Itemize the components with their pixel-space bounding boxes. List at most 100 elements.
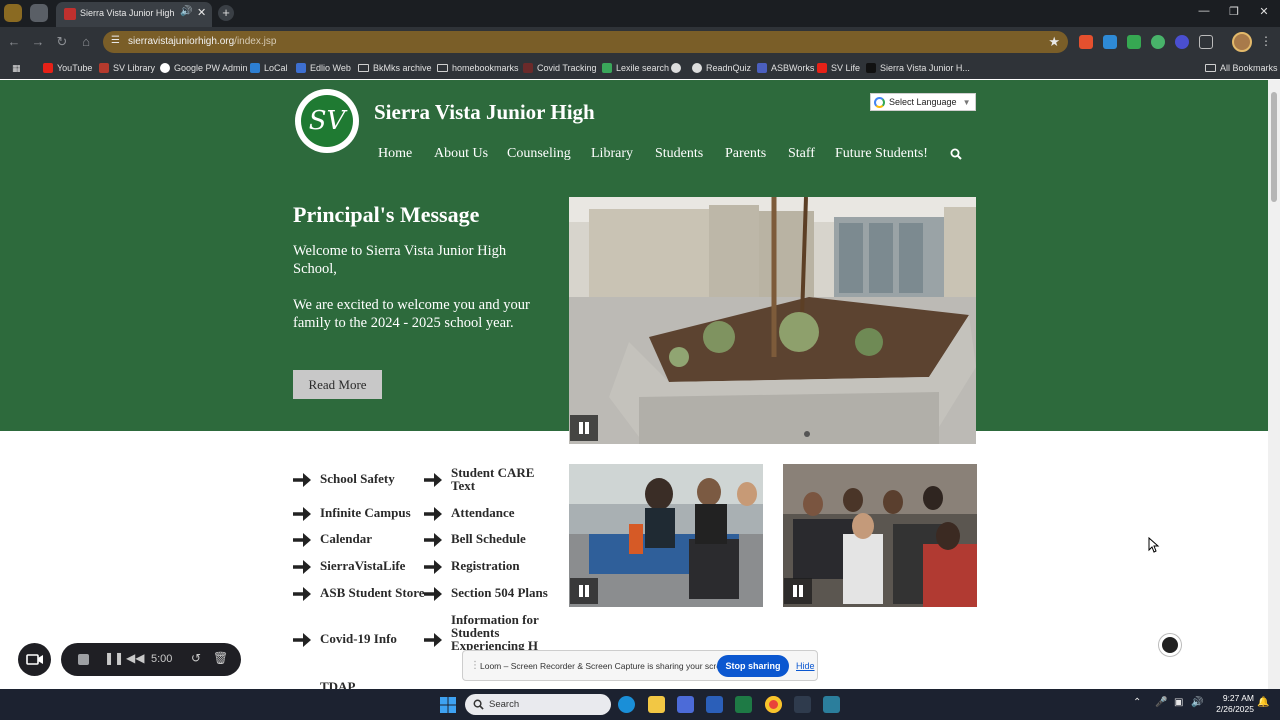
rewind-icon[interactable]: ◀◀ [126, 651, 144, 665]
bookmark-asbworks[interactable]: ASBWorks [757, 61, 814, 75]
notifications-bell-icon[interactable]: 🔔 [1257, 697, 1269, 708]
extension-icon[interactable] [1079, 35, 1093, 49]
back-button[interactable]: ← [5, 33, 23, 51]
photo-pause-button[interactable] [784, 578, 812, 604]
nav-about-us[interactable]: About Us [434, 146, 488, 162]
restart-icon[interactable]: ↺ [191, 651, 201, 665]
bookmark-folder-bkmks-archive[interactable]: BkMks archive [358, 61, 432, 75]
nav-staff[interactable]: Staff [788, 146, 815, 162]
volume-icon[interactable]: 🔊 [1191, 697, 1203, 708]
tab-active[interactable]: Sierra Vista Junior High 🔊 ✕ [56, 2, 212, 27]
bookmark-local[interactable]: LoCal [250, 61, 288, 75]
extension-icon[interactable] [1175, 35, 1189, 49]
tab-group-icon[interactable] [30, 4, 48, 22]
nav-future-students[interactable]: Future Students! [835, 146, 928, 162]
bookmark-lexile-search[interactable]: Lexile search [602, 61, 669, 75]
school-logo[interactable]: SV [295, 89, 359, 153]
bookmark-folder-homebookmarks[interactable]: homebookmarks [437, 61, 519, 75]
bookmark-star-icon[interactable]: ★ [1048, 34, 1060, 50]
extensions-puzzle-icon[interactable] [1199, 35, 1213, 49]
apps-grid-icon[interactable]: ▦ [12, 61, 21, 75]
arrow-right-icon [293, 633, 311, 647]
address-bar[interactable]: ☰ sierravistajuniorhigh.org/index.jsp ★ [103, 31, 1068, 53]
restore-button[interactable]: ❐ [1224, 5, 1244, 21]
extension-icon[interactable] [1151, 35, 1165, 49]
speaker-icon[interactable]: 🔊 [180, 6, 192, 20]
bookmark-youtube[interactable]: YouTube [43, 61, 92, 75]
site-title[interactable]: Sierra Vista Junior High [374, 100, 595, 125]
bookmark-favicon-icon [602, 63, 612, 73]
slideshow-pause-button[interactable] [570, 415, 598, 441]
tab-search-button[interactable] [4, 4, 22, 22]
share-message: Loom – Screen Recorder & Screen Capture … [480, 661, 733, 671]
bookmark-sierra-vista-junior-h[interactable]: Sierra Vista Junior H... [866, 61, 970, 75]
excel-icon[interactable] [735, 696, 752, 713]
profile-avatar[interactable] [1232, 32, 1252, 52]
stop-recording-button[interactable] [78, 654, 89, 665]
site-info-icon[interactable]: ☰ [111, 35, 123, 49]
bookmarks-bar: ▦ YouTube SV Library Google PW Admin LoC… [0, 57, 1280, 79]
band-photo[interactable] [783, 464, 977, 607]
bookmark-covid-tracking[interactable]: Covid Tracking [523, 61, 597, 75]
search-icon [473, 699, 484, 710]
nav-parents[interactable]: Parents [725, 146, 766, 162]
drag-handle-icon[interactable]: ⋮ [470, 660, 480, 671]
tab-favicon-icon [64, 8, 76, 20]
all-bookmarks[interactable]: All Bookmarks [1205, 61, 1278, 75]
menu-kebab-icon[interactable]: ⋮ [1260, 34, 1272, 48]
read-more-button[interactable]: Read More [293, 370, 382, 399]
tray-overflow-icon[interactable]: ⌃ [1133, 697, 1141, 708]
app-icon[interactable] [823, 696, 840, 713]
bookmark-google-pw-admin[interactable]: Google PW Admin [160, 61, 248, 75]
trash-icon[interactable]: 🗑 [213, 651, 228, 665]
loom-bubble-icon[interactable] [1159, 634, 1181, 656]
language-select[interactable]: Select Language ▼ [870, 93, 976, 111]
arrow-right-icon [424, 633, 442, 647]
window-close-button[interactable]: ✕ [1254, 5, 1274, 21]
chrome-icon[interactable] [765, 696, 782, 713]
network-icon[interactable]: ▣ [1174, 697, 1183, 708]
taskbar-search[interactable]: Search [465, 694, 611, 715]
photo-pause-button[interactable] [570, 578, 598, 604]
tab-close-icon[interactable]: ✕ [197, 6, 209, 20]
nav-students[interactable]: Students [655, 146, 703, 162]
new-tab-button[interactable]: + [218, 5, 234, 21]
home-button[interactable]: ⌂ [77, 33, 95, 51]
nav-library[interactable]: Library [591, 146, 633, 162]
hide-link[interactable]: Hide [796, 661, 815, 671]
arrow-right-icon [424, 587, 442, 601]
folder-icon [437, 64, 448, 72]
scrollbar-thumb[interactable] [1271, 92, 1277, 202]
store-icon[interactable] [677, 696, 694, 713]
minimize-button[interactable]: — [1194, 5, 1214, 21]
nav-counseling[interactable]: Counseling [507, 146, 571, 162]
app-icon[interactable] [794, 696, 811, 713]
reload-button[interactable]: ↻ [53, 33, 71, 51]
bookmark-globe[interactable] [671, 61, 681, 75]
youtube-icon [817, 63, 827, 73]
forward-button[interactable]: → [29, 33, 47, 51]
windows-start-icon[interactable] [440, 697, 456, 713]
slideshow-indicator-dot[interactable] [804, 431, 810, 437]
file-explorer-icon[interactable] [648, 696, 665, 713]
extension-icon[interactable] [1127, 35, 1141, 49]
word-icon[interactable] [706, 696, 723, 713]
extension-icon[interactable] [1103, 35, 1117, 49]
stop-sharing-button[interactable]: Stop sharing [717, 655, 789, 677]
video-camera-icon [26, 654, 43, 665]
pause-recording-button[interactable]: ❚❚ [104, 651, 124, 665]
recorder-camera-button[interactable] [18, 643, 51, 676]
bookmark-readnquiz[interactable]: ReadnQuiz [692, 61, 751, 75]
google-icon [160, 63, 170, 73]
hero-slideshow-image[interactable] [569, 197, 976, 444]
taskbar-clock[interactable]: 9:27 AM 2/26/2025 [1212, 693, 1254, 715]
nav-home[interactable]: Home [378, 146, 412, 162]
bookmark-edlio-web[interactable]: Edlio Web [296, 61, 351, 75]
search-icon[interactable] [950, 148, 962, 160]
microphone-icon[interactable]: 🎤 [1155, 697, 1167, 708]
bookmark-favicon-icon [250, 63, 260, 73]
robotics-photo[interactable] [569, 464, 763, 607]
bookmark-sv-library[interactable]: SV Library [99, 61, 155, 75]
bookmark-sv-life[interactable]: SV Life [817, 61, 860, 75]
edge-icon[interactable] [618, 696, 635, 713]
